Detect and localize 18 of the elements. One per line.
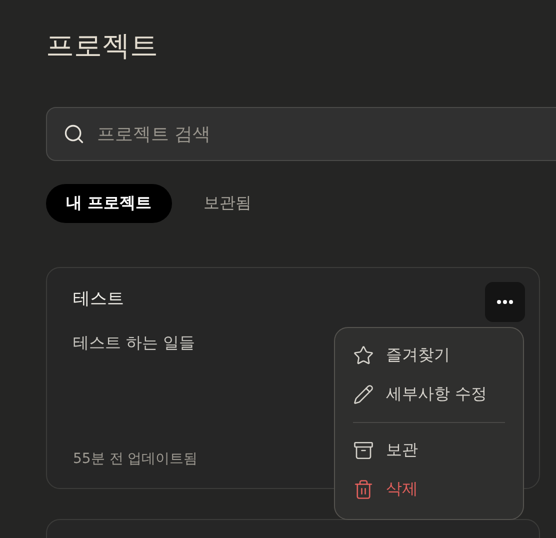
pencil-icon [353,384,374,405]
more-icon [497,300,513,304]
menu-item[interactable]: 즐겨찾기 [353,336,505,375]
menu-item[interactable]: 보관 [353,431,505,470]
search-icon [63,123,85,145]
search-field[interactable]: 프로젝트 검색 [46,107,556,161]
tab[interactable]: 보관됨 [184,184,272,223]
menu-item[interactable]: 삭제 [353,470,505,509]
star-icon [353,345,374,366]
project-name: 테스트 [73,288,124,310]
updated-time: 55분 전 업데이트됨 [73,450,198,468]
tab[interactable]: 내 프로젝트 [46,184,172,223]
project-description: 테스트 하는 일들 [73,333,196,354]
more-button[interactable] [485,282,525,322]
page-title: 프로젝트 [46,28,159,64]
menu-item[interactable]: 세부사항 수정 [353,375,505,414]
archive-box-icon [353,440,374,461]
trash-icon [353,479,374,500]
